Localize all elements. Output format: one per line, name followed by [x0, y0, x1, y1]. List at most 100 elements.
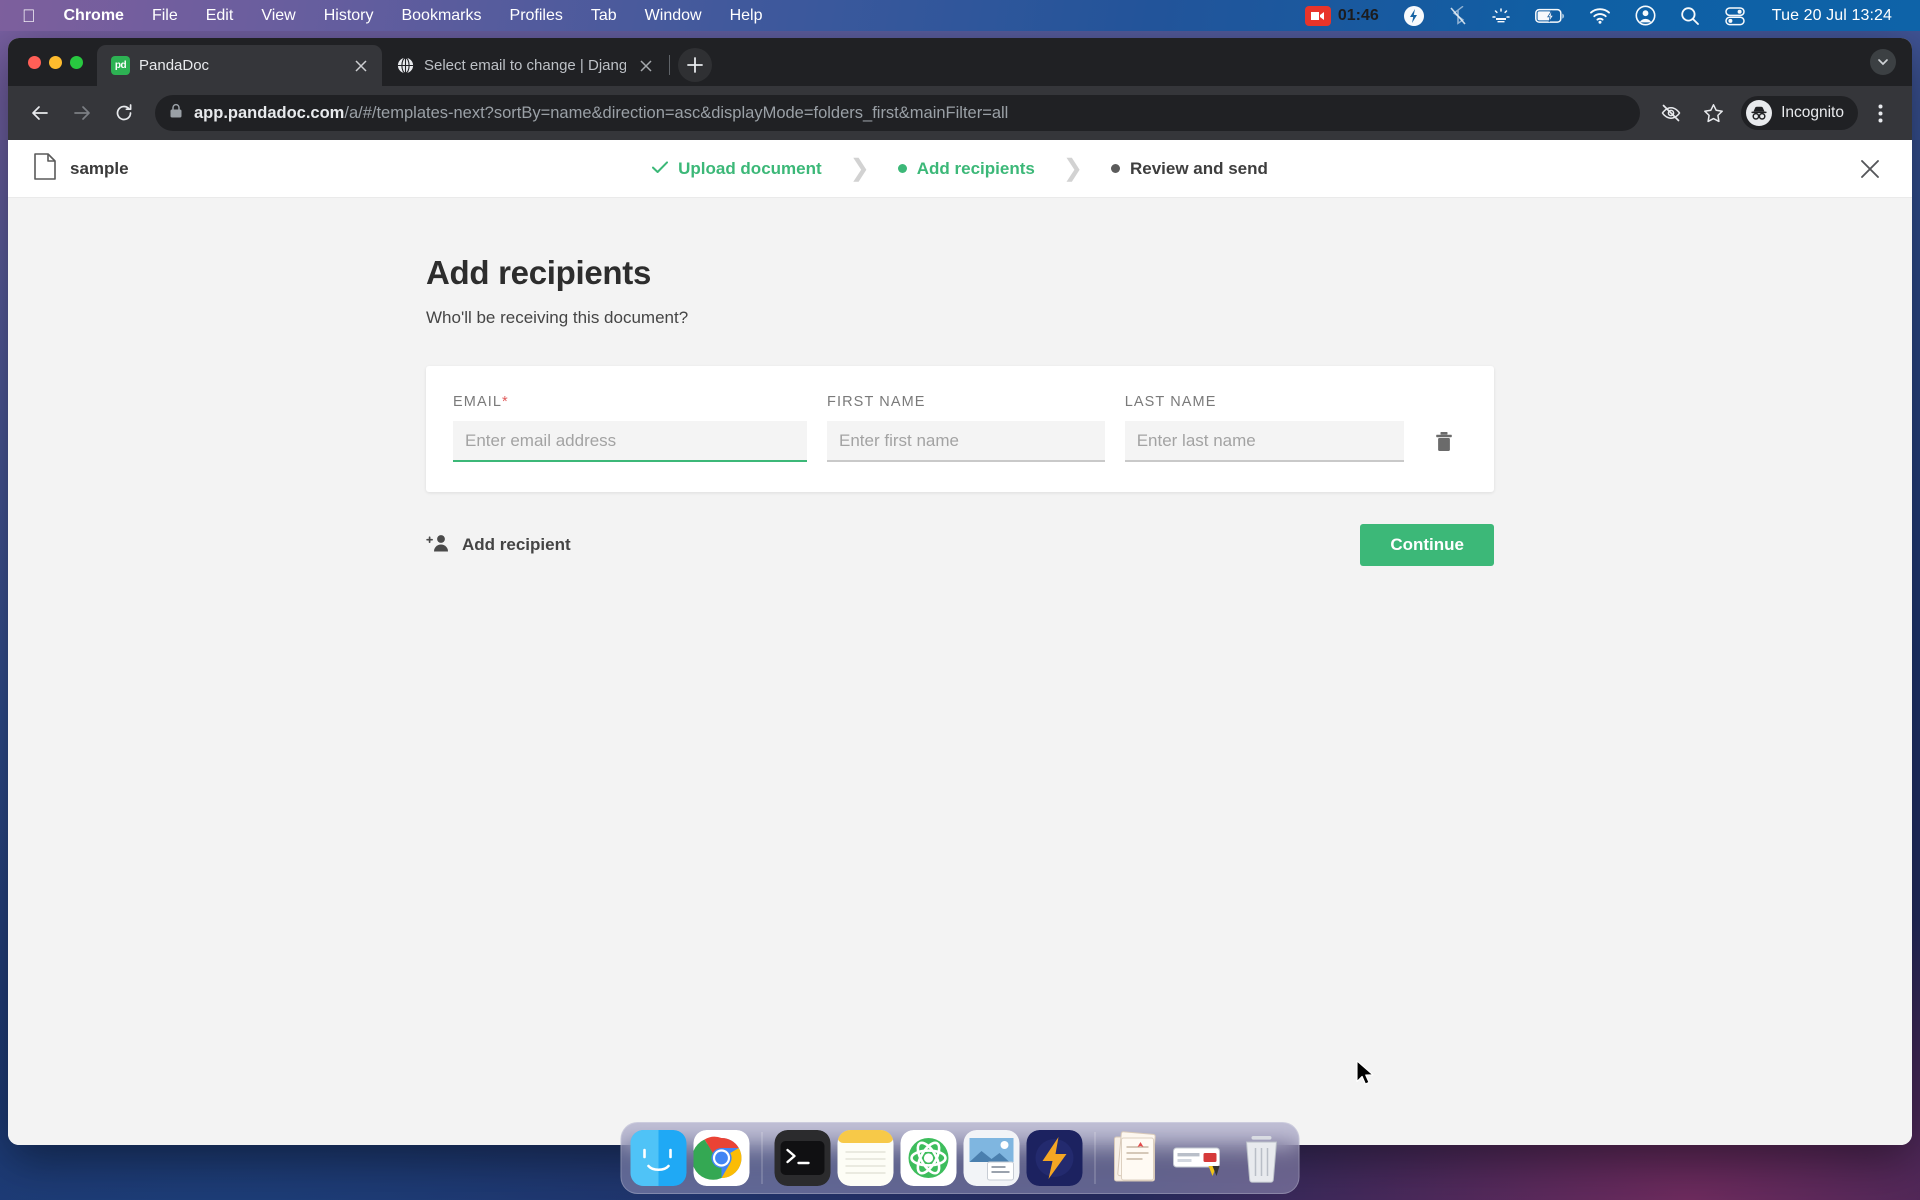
macos-dock	[620, 1122, 1300, 1194]
step-separator-icon: ❯	[1062, 154, 1083, 182]
dock-item-thunder-client[interactable]	[1026, 1130, 1083, 1186]
email-field-group: EMAIL*	[453, 394, 808, 462]
screen-recording-indicator[interactable]: 01:46	[1293, 5, 1391, 26]
menu-item-help[interactable]: Help	[716, 7, 777, 25]
control-center-icon[interactable]	[1712, 6, 1758, 26]
recording-time: 01:46	[1337, 6, 1379, 24]
dock-divider	[761, 1132, 763, 1184]
menu-bar-clock[interactable]: Tue 20 Jul 13:24	[1758, 7, 1902, 25]
star-bookmark-icon[interactable]	[1693, 93, 1733, 133]
user-account-icon[interactable]	[1623, 5, 1668, 26]
last-name-field-label: LAST NAME	[1124, 394, 1217, 410]
address-bar[interactable]: app.pandadoc.com/a/#/templates-next?sort…	[155, 95, 1641, 131]
close-tab-icon[interactable]	[350, 55, 372, 77]
trash-icon[interactable]	[1424, 421, 1464, 462]
last-name-input[interactable]	[1124, 421, 1405, 462]
tab-title: Select email to change | Djang	[424, 57, 626, 74]
menu-item-file[interactable]: File	[138, 7, 192, 25]
macos-menu-bar:  Chrome File Edit View History Bookmark…	[0, 0, 1920, 31]
page-title: Add recipients	[426, 254, 652, 291]
apple-logo-icon[interactable]: 	[12, 7, 50, 25]
flash-bolt-icon[interactable]	[1391, 5, 1437, 27]
three-dot-menu-icon[interactable]	[1860, 93, 1900, 133]
dock-item-preview[interactable]	[963, 1130, 1020, 1186]
browser-toolbar: app.pandadoc.com/a/#/templates-next?sort…	[8, 86, 1912, 140]
wizard-step-label: Review and send	[1129, 158, 1268, 178]
menu-item-view[interactable]: View	[247, 7, 309, 25]
dot-icon	[1110, 164, 1120, 173]
menu-bar-left:  Chrome File Edit View History Bookmark…	[12, 7, 776, 25]
menu-item-edit[interactable]: Edit	[192, 7, 248, 25]
content-wrapper: Add recipients Who'll be receiving this …	[426, 254, 1494, 566]
battery-charging-icon[interactable]	[1523, 8, 1577, 24]
bluetooth-off-icon[interactable]	[1437, 5, 1479, 26]
url-text: app.pandadoc.com/a/#/templates-next?sort…	[194, 104, 1008, 123]
reload-icon[interactable]	[104, 93, 144, 133]
forward-arrow-icon[interactable]	[62, 93, 102, 133]
url-path: /a/#/templates-next?sortBy=name&directio…	[344, 103, 1009, 122]
add-recipient-button[interactable]: Add recipient	[426, 533, 571, 558]
menu-item-profiles[interactable]: Profiles	[496, 7, 577, 25]
dock-item-google-chrome[interactable]	[693, 1130, 750, 1186]
menu-item-window[interactable]: Window	[631, 7, 716, 25]
browser-tab-django-admin[interactable]: Select email to change | Djang	[382, 45, 667, 86]
document-name: sample	[70, 158, 129, 178]
required-asterisk: *	[502, 394, 509, 410]
back-arrow-icon[interactable]	[20, 93, 60, 133]
chevron-down-icon[interactable]	[1870, 49, 1896, 75]
page-content: Add recipients Who'll be receiving this …	[8, 198, 1912, 566]
incognito-label: Incognito	[1781, 104, 1844, 121]
dock-item-trash[interactable]	[1234, 1130, 1290, 1186]
lock-icon	[169, 103, 183, 124]
menu-bar-status-area: 01:46 Tue 20 Jul 13:24	[1293, 5, 1908, 27]
close-tab-icon[interactable]	[635, 55, 657, 77]
check-icon	[652, 159, 669, 179]
eye-slash-icon[interactable]	[1651, 93, 1691, 133]
new-tab-button[interactable]	[678, 48, 712, 82]
dock-item-atom[interactable]	[900, 1130, 957, 1186]
recipient-row-card: EMAIL* FIRST NAME LAST NAME	[426, 366, 1494, 492]
first-name-input[interactable]	[827, 421, 1105, 462]
minimize-window-button[interactable]	[49, 55, 62, 69]
tab-strip-right	[1870, 38, 1912, 86]
wifi-icon[interactable]	[1577, 7, 1623, 24]
close-window-button[interactable]	[28, 55, 41, 69]
dock-item-downloads-stack[interactable]	[1171, 1130, 1227, 1186]
toolbar-right-controls: Incognito	[1651, 93, 1900, 133]
screen-recording-icon	[1304, 5, 1331, 26]
wizard-steps: Upload document ❯ Add recipients ❯ Revie…	[8, 154, 1912, 182]
chrome-browser-window: pd PandaDoc Select email to change | Dja…	[8, 38, 1912, 1145]
pandadoc-page: sample Upload document ❯ Add recipients …	[8, 140, 1912, 1145]
pandadoc-wizard-header: sample Upload document ❯ Add recipients …	[8, 140, 1912, 198]
browser-tab-pandadoc[interactable]: pd PandaDoc	[97, 45, 382, 86]
incognito-profile-button[interactable]: Incognito	[1741, 96, 1858, 130]
continue-button[interactable]: Continue	[1360, 524, 1494, 566]
email-input[interactable]	[453, 421, 808, 462]
globe-icon	[396, 56, 415, 75]
menu-item-bookmarks[interactable]: Bookmarks	[387, 7, 495, 25]
browser-tab-strip: pd PandaDoc Select email to change | Dja…	[8, 38, 1912, 86]
wizard-step-add-recipients[interactable]: Add recipients	[892, 159, 1041, 179]
first-name-field-group: FIRST NAME	[827, 394, 1105, 462]
last-name-field-group: LAST NAME	[1124, 394, 1405, 462]
dock-item-finder[interactable]	[630, 1130, 687, 1186]
document-identity: sample	[34, 152, 129, 185]
wizard-step-upload-document[interactable]: Upload document	[646, 159, 828, 179]
wizard-step-review-and-send[interactable]: Review and send	[1105, 159, 1274, 179]
spotlight-search-icon[interactable]	[1668, 6, 1712, 26]
dot-icon	[897, 164, 907, 173]
maximize-window-button[interactable]	[70, 55, 83, 69]
first-name-field-label: FIRST NAME	[827, 394, 926, 410]
email-label-text: EMAIL	[453, 394, 503, 410]
brightness-icon[interactable]	[1479, 7, 1523, 25]
close-icon[interactable]	[1854, 153, 1886, 185]
dock-item-terminal[interactable]	[774, 1130, 831, 1186]
dock-item-notes[interactable]	[837, 1130, 894, 1186]
url-host: app.pandadoc.com	[194, 103, 345, 122]
menu-item-chrome[interactable]: Chrome	[50, 7, 138, 25]
menu-item-history[interactable]: History	[310, 7, 388, 25]
form-actions: Add recipient Continue	[426, 524, 1494, 566]
menu-item-tab[interactable]: Tab	[577, 7, 631, 25]
wizard-step-label: Add recipients	[916, 158, 1035, 178]
dock-item-documents-folder[interactable]	[1108, 1130, 1164, 1186]
